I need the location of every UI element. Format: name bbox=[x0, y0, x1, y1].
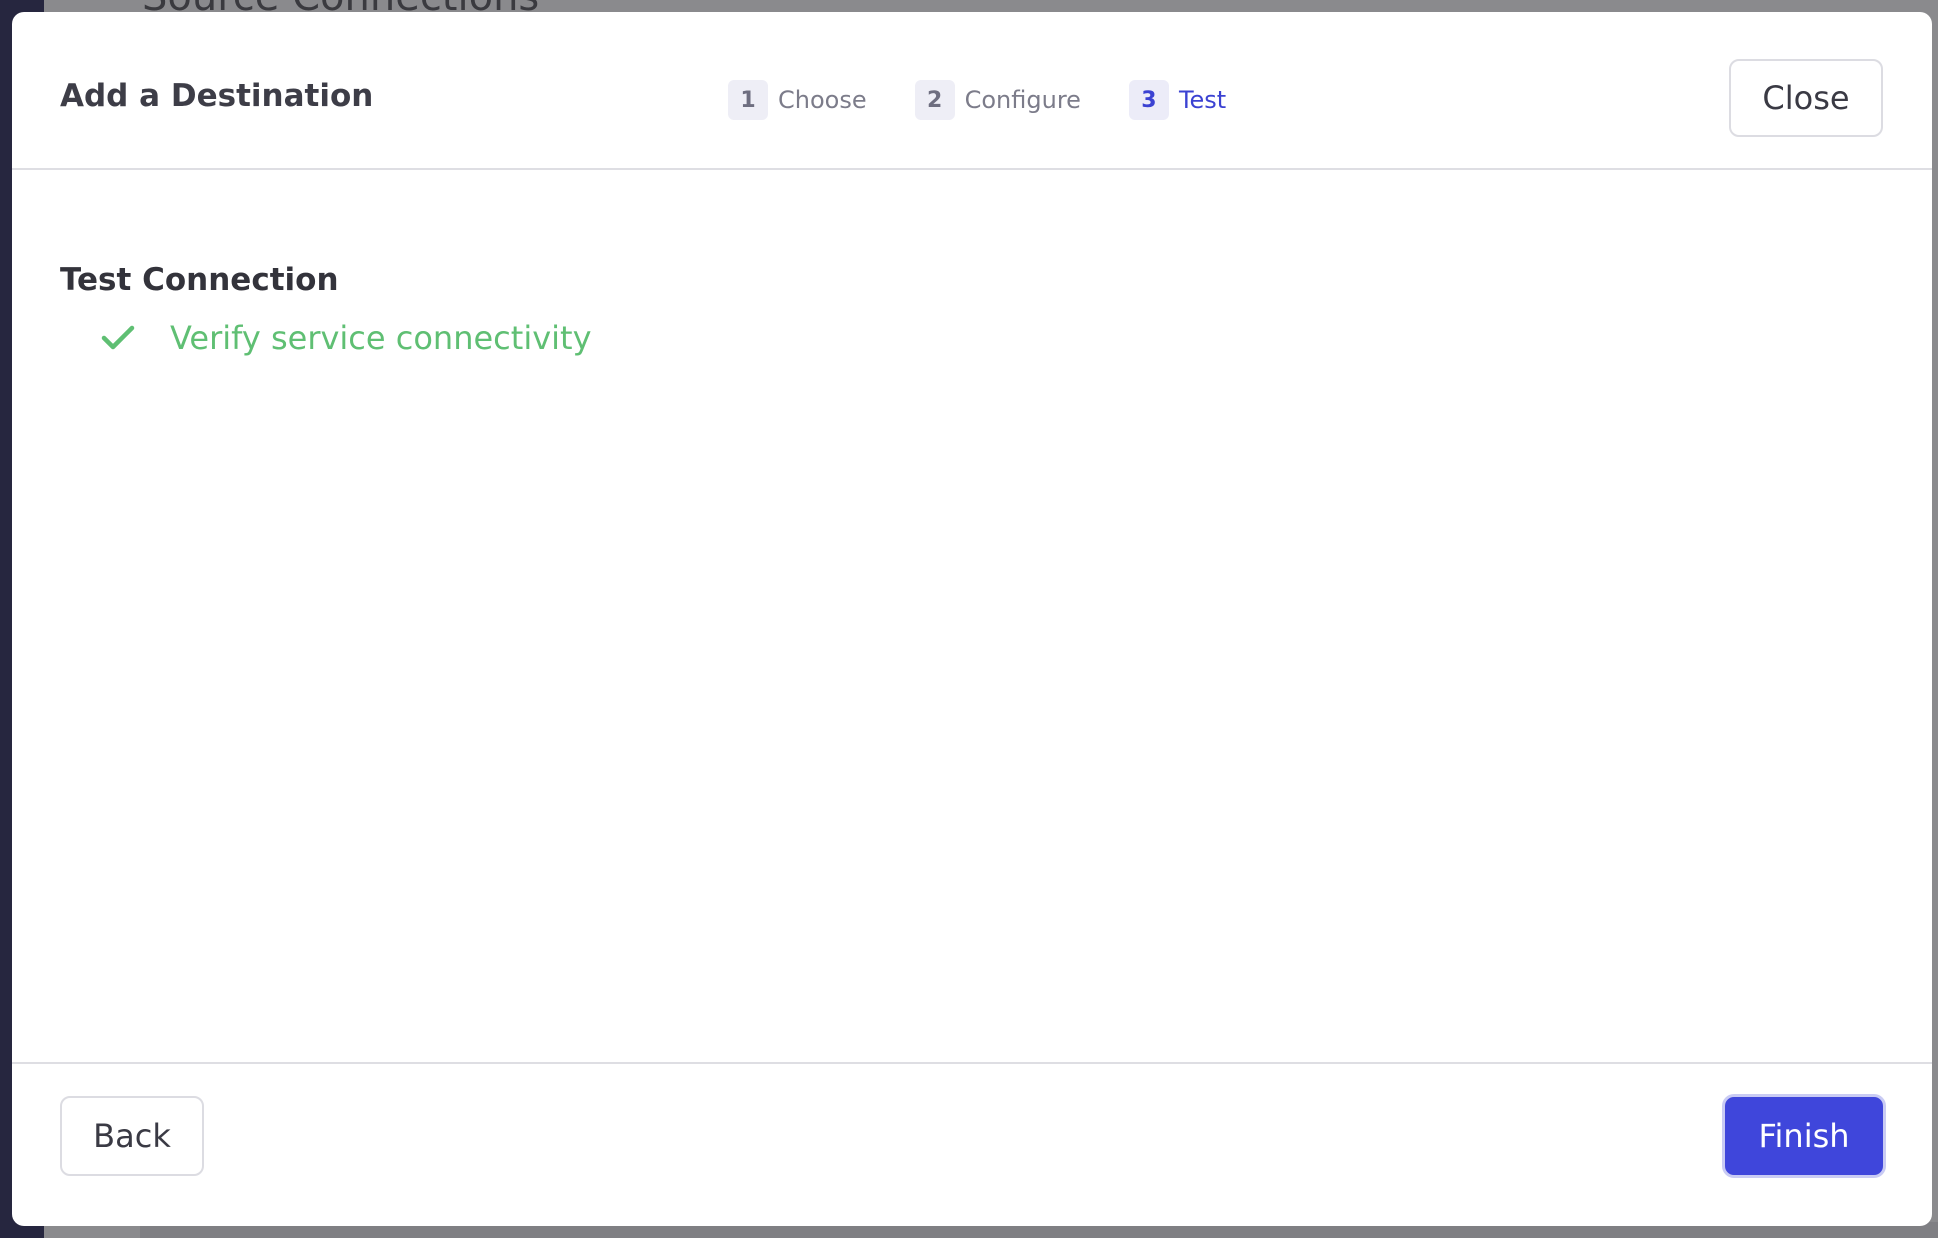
step-label: Configure bbox=[964, 86, 1081, 114]
check-icon bbox=[98, 318, 138, 358]
step-test: 3 Test bbox=[1128, 80, 1227, 120]
step-number: 2 bbox=[914, 80, 955, 120]
finish-button[interactable]: Finish bbox=[1722, 1094, 1886, 1178]
section-title: Test Connection bbox=[60, 262, 339, 298]
modal-footer: Back Finish bbox=[12, 1062, 1932, 1226]
check-label: Verify service connectivity bbox=[170, 319, 592, 357]
back-button[interactable]: Back bbox=[60, 1096, 204, 1176]
step-configure: 2 Configure bbox=[914, 80, 1081, 120]
add-destination-modal: Add a Destination 1 Choose 2 Configure 3… bbox=[12, 12, 1932, 1226]
step-number: 1 bbox=[728, 80, 768, 120]
step-label: Choose bbox=[778, 86, 867, 114]
connectivity-check-item: Verify service connectivity bbox=[98, 318, 592, 358]
wizard-steps: 1 Choose 2 Configure 3 Test bbox=[728, 80, 1226, 120]
modal-body: Test Connection Verify service connectiv… bbox=[12, 170, 1932, 1062]
modal-title: Add a Destination bbox=[60, 78, 374, 114]
close-button[interactable]: Close bbox=[1729, 59, 1883, 137]
modal-header: Add a Destination 1 Choose 2 Configure 3… bbox=[12, 12, 1932, 170]
step-label: Test bbox=[1178, 86, 1227, 114]
step-number: 3 bbox=[1128, 80, 1169, 120]
step-choose: 1 Choose bbox=[728, 80, 867, 120]
